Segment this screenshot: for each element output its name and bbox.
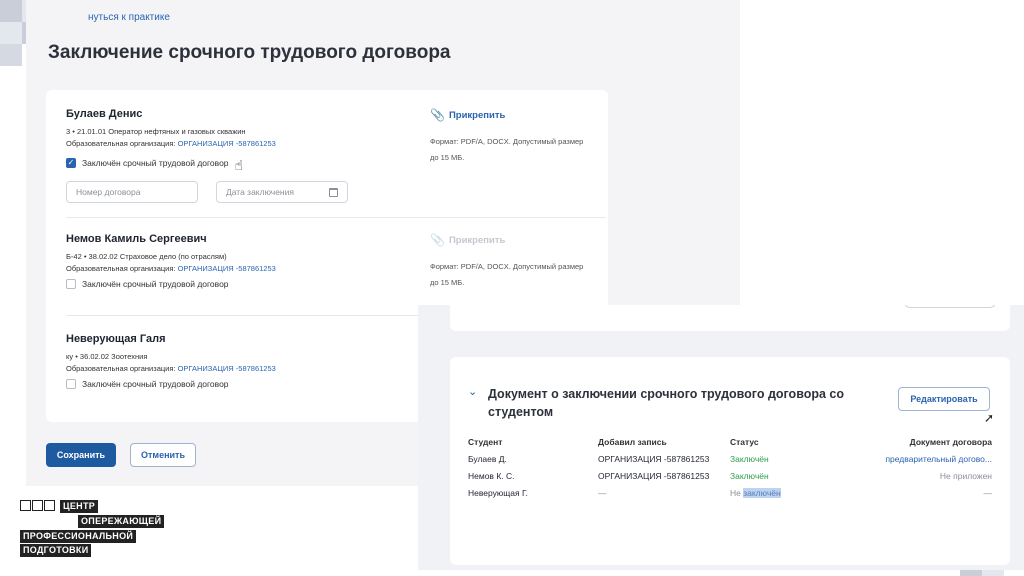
cell-added-by: ОРГАНИЗАЦИЯ -587861253 <box>598 471 710 481</box>
cell-document: — <box>983 488 993 498</box>
contract-document-screen: ⌄ Документ о заключении срочного трудово… <box>418 305 1024 570</box>
student-specialty: 3 • 21.01.01 Оператор нефтяных и газовых… <box>66 127 246 136</box>
contract-checkbox-label: Заключён срочный трудовой договор <box>82 279 229 289</box>
cell-status: Не заключён <box>730 488 781 498</box>
hand-cursor-icon: ☝ <box>234 157 244 173</box>
paperclip-icon: 📎 <box>430 108 445 122</box>
student-block-bulaev: Булаев Денис 3 • 21.01.01 Оператор нефтя… <box>66 108 348 203</box>
paperclip-icon: 📎 <box>430 233 445 247</box>
status-highlighted: заключён <box>743 488 781 498</box>
organization-label: Образовательная организация: <box>66 264 176 273</box>
page-title: Заключение срочного трудового договора <box>48 42 451 63</box>
contract-date-placeholder: Дата заключения <box>226 187 294 197</box>
contract-checkbox[interactable]: ✓ <box>66 157 76 168</box>
table-row: Немов К. С. ОРГАНИЗАЦИЯ -587861253 Заклю… <box>468 471 992 488</box>
previous-card-button-edge <box>904 305 996 308</box>
table-row: Булаев Д. ОРГАНИЗАЦИЯ -587861253 Заключё… <box>468 454 992 471</box>
student-specialty: ку • 36.02.02 Зоотехния <box>66 352 148 361</box>
table-row: Неверующая Г. — Не заключён — <box>468 488 992 505</box>
organization-label: Образовательная организация: <box>66 364 176 373</box>
cell-added-by: ОРГАНИЗАЦИЯ -587861253 <box>598 454 710 464</box>
attach-button-disabled[interactable]: 📎 Прикрепить <box>430 233 590 247</box>
student-name: Булаев Денис <box>66 108 143 120</box>
contract-checkbox-row[interactable]: ✓ Заключён срочный трудовой договор ☝ <box>66 154 348 173</box>
contract-checkbox-label: Заключён срочный трудовой договор <box>82 379 229 389</box>
contract-checkbox-label: Заключён срочный трудовой договор <box>82 157 229 168</box>
arrow-cursor-icon: ➚ <box>984 411 995 425</box>
calendar-icon[interactable] <box>329 187 338 197</box>
logo-line-1: ЦЕНТР <box>60 500 99 513</box>
logo-line-3: ПРОФЕССИОНАЛЬНОЙ <box>20 530 137 543</box>
attach-block-nemov: 📎 Прикрепить Формат: PDF/A, DOCX. Допуст… <box>430 233 590 291</box>
attach-button[interactable]: 📎 Прикрепить <box>430 108 590 122</box>
cell-document: Не приложен <box>939 471 992 481</box>
column-header-document: Документ договора <box>909 437 992 447</box>
student-organization: Образовательная организация: ОРГАНИЗАЦИЯ… <box>66 264 276 273</box>
cell-status: Заключён <box>730 471 769 481</box>
contract-number-input[interactable]: Номер договора <box>66 181 198 203</box>
contract-inputs: Номер договора Дата заключения <box>66 181 348 203</box>
contract-checkbox-row[interactable]: Заключён срочный трудовой договор <box>66 379 276 389</box>
attach-label: Прикрепить <box>448 109 506 121</box>
table-header: Студент Добавил запись Статус Документ д… <box>468 437 992 454</box>
logo-line-4: ПОДГОТОВКИ <box>20 544 92 557</box>
attach-block-bulaev: 📎 Прикрепить Формат: PDF/A, DOCX. Допуст… <box>430 108 590 166</box>
student-organization: Образовательная организация: ОРГАНИЗАЦИЯ… <box>66 139 348 148</box>
organization-link[interactable]: ОРГАНИЗАЦИЯ -587861253 <box>178 364 276 373</box>
contract-document-card: ⌄ Документ о заключении срочного трудово… <box>450 357 1010 565</box>
contract-checkbox[interactable] <box>66 279 76 289</box>
contract-date-input[interactable]: Дата заключения <box>216 181 348 203</box>
student-organization: Образовательная организация: ОРГАНИЗАЦИЯ… <box>66 364 276 373</box>
student-block-neveruyushchaya: Неверующая Галя ку • 36.02.02 Зоотехния … <box>66 333 276 389</box>
cell-student: Неверующая Г. <box>468 488 528 498</box>
status-prefix: Не <box>730 488 744 498</box>
cell-document-link[interactable]: предварительный догово... <box>885 454 992 464</box>
student-name: Немов Камиль Сергеевич <box>66 233 207 245</box>
contract-table: Студент Добавил запись Статус Документ д… <box>468 437 992 505</box>
document-section-title: Документ о заключении срочного трудового… <box>488 387 844 419</box>
organization-label: Образовательная организация: <box>66 139 176 148</box>
chevron-down-icon[interactable]: ⌄ <box>468 385 477 398</box>
column-header-student: Студент <box>468 437 503 447</box>
attach-hint: Формат: PDF/A, DOCX. Допустимый размер д… <box>430 262 584 287</box>
back-to-practice-link[interactable]: нуться к практике <box>88 12 170 23</box>
cell-status: Заключён <box>730 454 769 464</box>
organization-link[interactable]: ОРГАНИЗАЦИЯ -587861253 <box>178 139 276 148</box>
divider <box>66 217 606 218</box>
contract-checkbox[interactable] <box>66 379 76 389</box>
cell-student: Булаев Д. <box>468 454 507 464</box>
student-name: Неверующая Галя <box>66 333 166 345</box>
organization-link[interactable]: ОРГАНИЗАЦИЯ -587861253 <box>178 264 276 273</box>
cancel-button[interactable]: Отменить <box>130 443 196 467</box>
column-header-added-by: Добавил запись <box>598 437 667 447</box>
attach-label: Прикрепить <box>448 234 506 246</box>
attach-hint: Формат: PDF/A, DOCX. Допустимый размер д… <box>430 137 584 162</box>
cell-student: Немов К. С. <box>468 471 515 481</box>
student-specialty: Б-42 • 38.02.02 Страховое дело (по отрас… <box>66 252 227 261</box>
previous-card-edge <box>450 305 1010 331</box>
edit-button[interactable]: Редактировать <box>898 387 990 411</box>
column-header-status: Статус <box>730 437 759 447</box>
student-block-nemov: Немов Камиль Сергеевич Б-42 • 38.02.02 С… <box>66 233 276 289</box>
contract-checkbox-row[interactable]: Заключён срочный трудовой договор <box>66 279 276 289</box>
cell-added-by: — <box>598 488 607 498</box>
logo-mark-icon <box>20 500 56 511</box>
save-button[interactable]: Сохранить <box>46 443 116 467</box>
logo-line-2: ОПЕРЕЖАЮЩЕЙ <box>78 515 165 528</box>
